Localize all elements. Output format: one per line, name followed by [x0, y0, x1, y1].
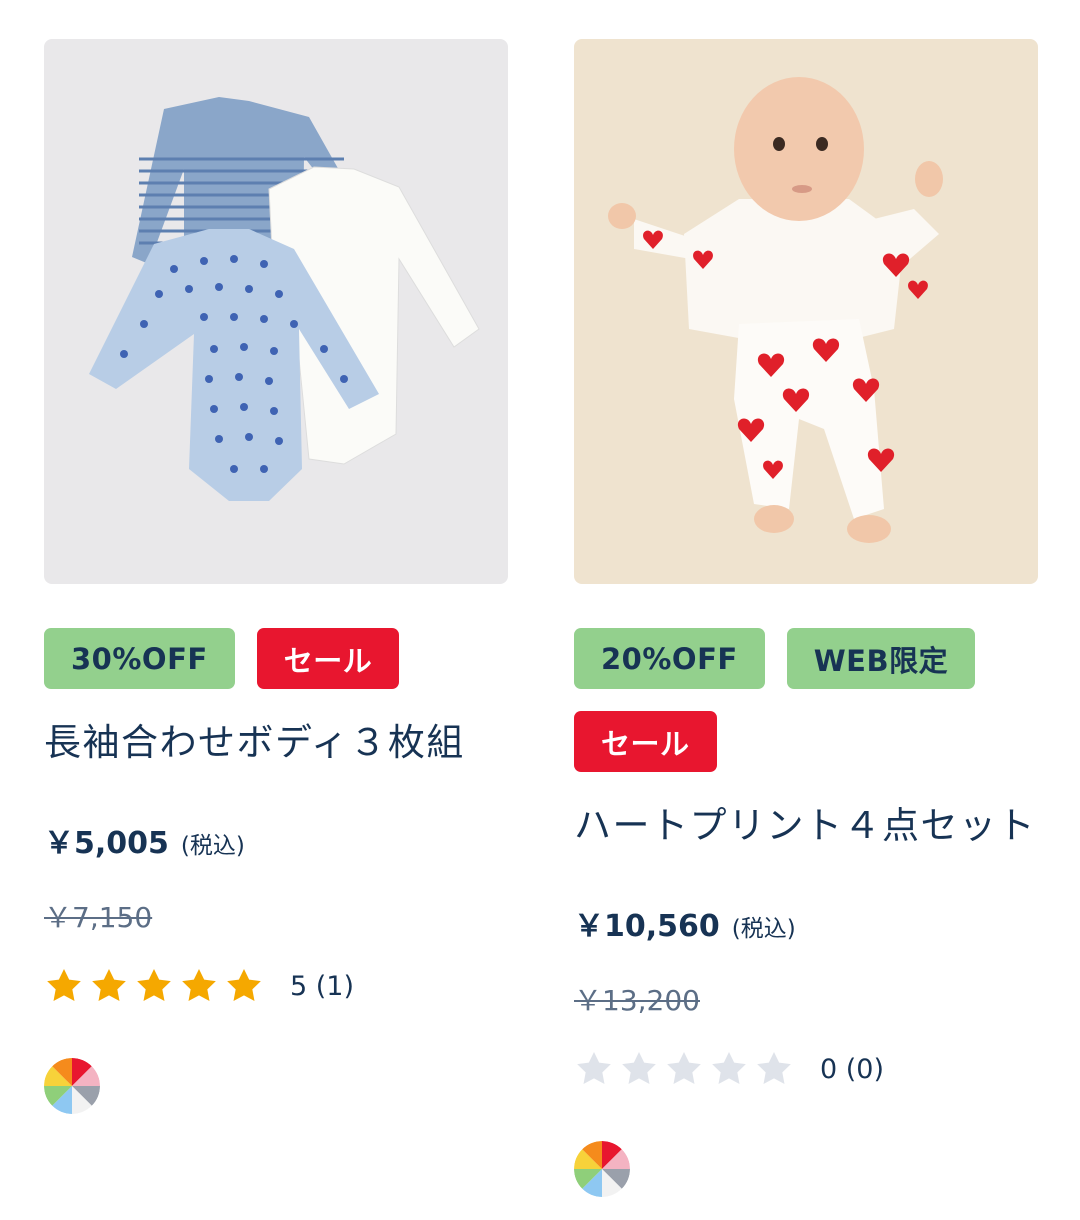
product-image[interactable]	[574, 39, 1038, 584]
star-icon	[47, 969, 81, 1002]
tax-label: (税込)	[180, 833, 245, 860]
star-rating	[574, 1049, 794, 1089]
star-rating	[44, 966, 264, 1006]
star-empty-icon	[667, 1052, 701, 1085]
original-price: ￥7,150	[44, 901, 153, 935]
sale-price: ￥10,560	[574, 909, 720, 945]
sale-badge: セール	[256, 628, 400, 689]
star-empty-icon	[622, 1052, 656, 1085]
tax-label: (税込)	[731, 916, 796, 943]
product-title[interactable]: ハートプリント４点セット	[574, 804, 1038, 848]
product-title[interactable]: 長袖合わせボディ３枚組	[44, 721, 508, 765]
badge-list: 20%OFF WEB限定 セール	[574, 628, 1038, 772]
rating-count: 5 (1)	[290, 970, 355, 1002]
baby-heart-print-icon	[574, 39, 1038, 584]
price-row: ￥10,560 (税込)	[574, 901, 1038, 945]
badge-list: 30%OFF セール	[44, 628, 508, 689]
product-card[interactable]: 20%OFF WEB限定 セール ハートプリント４点セット ￥10,560 (税…	[574, 39, 1038, 1198]
star-icon	[137, 969, 171, 1002]
star-icon	[182, 969, 216, 1002]
star-icon	[92, 969, 126, 1002]
price-row: ￥5,005 (税込)	[44, 818, 508, 862]
star-empty-icon	[712, 1052, 746, 1085]
sale-price: ￥5,005	[44, 826, 169, 862]
rating: 0 (0)	[574, 1049, 1038, 1089]
rating-count: 0 (0)	[820, 1053, 885, 1085]
discount-badge: 20%OFF	[574, 628, 765, 689]
star-icon	[227, 969, 261, 1002]
discount-badge: 30%OFF	[44, 628, 235, 689]
multicolor-swatch-icon[interactable]	[44, 1058, 100, 1115]
star-empty-icon	[577, 1052, 611, 1085]
web-only-badge: WEB限定	[786, 628, 976, 689]
rating: 5 (1)	[44, 966, 508, 1006]
star-empty-icon	[757, 1052, 791, 1085]
multicolor-swatch-icon[interactable]	[574, 1141, 630, 1198]
product-card[interactable]: 30%OFF セール 長袖合わせボディ３枚組 ￥5,005 (税込) ￥7,15…	[44, 39, 508, 1115]
sale-badge: セール	[574, 711, 717, 772]
original-price: ￥13,200	[574, 984, 700, 1018]
product-image[interactable]	[44, 39, 508, 584]
baby-bodysuits-icon	[44, 39, 508, 584]
